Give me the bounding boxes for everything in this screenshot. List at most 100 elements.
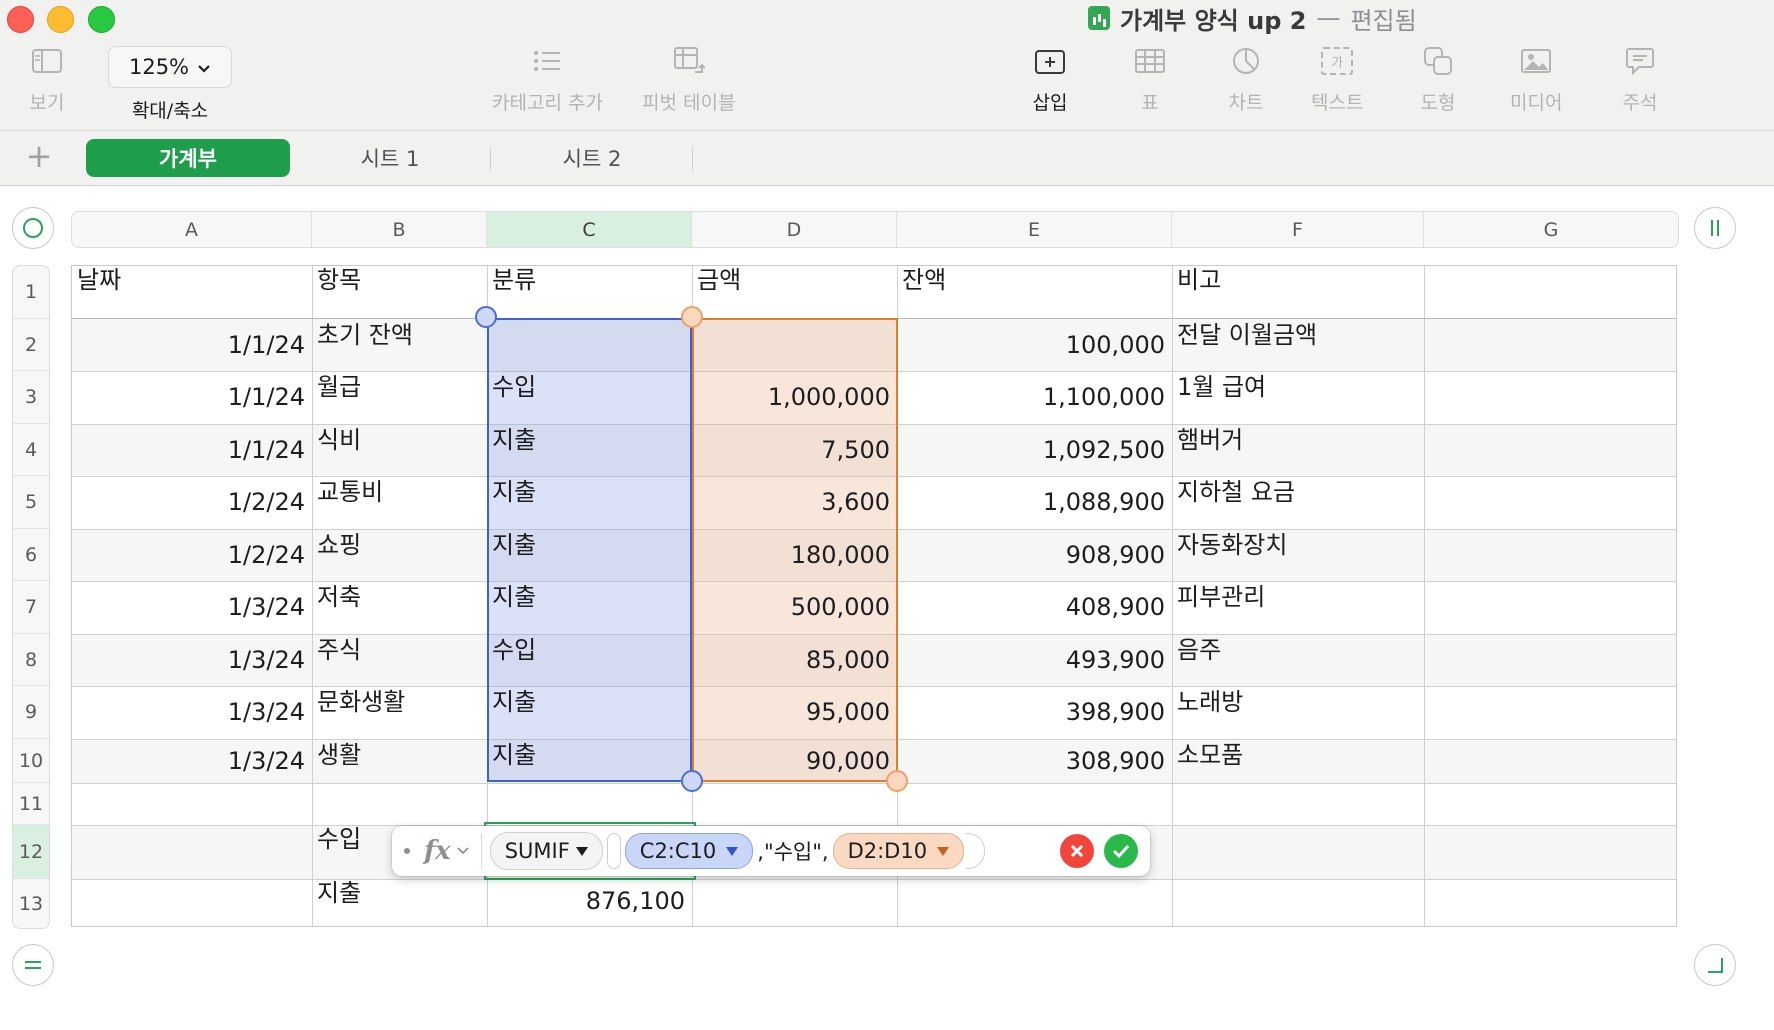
tab-sheet-2[interactable]: 시트 2 [490, 139, 694, 177]
row-header-11[interactable]: 11 [13, 783, 49, 825]
cell-item[interactable]: 쇼핑 [311, 530, 486, 560]
cell-category[interactable]: 지출 [486, 425, 691, 455]
column-header-d[interactable]: D [692, 212, 897, 247]
cell-item[interactable]: 주식 [311, 635, 486, 665]
zoom-control[interactable]: 125% 확대/축소 [108, 46, 232, 123]
formula-editor[interactable]: fx SUMIF C2:C10 ,"수입", D2:D10 [392, 826, 1150, 876]
cell-date[interactable]: 1/1/24 [71, 372, 311, 423]
row-header-6[interactable]: 6 [13, 529, 49, 581]
cell-balance[interactable]: 908,900 [896, 530, 1171, 580]
row-header-8[interactable]: 8 [13, 634, 49, 686]
row-header-13[interactable]: 13 [13, 879, 49, 928]
cell-amount[interactable]: 95,000 [691, 687, 896, 738]
cell-balance[interactable]: 1,100,000 [896, 372, 1171, 423]
cell-balance[interactable]: 1,088,900 [896, 477, 1171, 528]
row-header-12[interactable]: 12 [13, 825, 49, 879]
add-sheet-button[interactable]: + [24, 139, 54, 175]
row-header-4[interactable]: 4 [13, 424, 49, 476]
cell-note[interactable]: 자동화장치 [1171, 530, 1423, 560]
header-balance[interactable]: 잔액 [896, 265, 1171, 295]
range-token-d[interactable]: D2:D10 [832, 833, 965, 869]
row-header-2[interactable]: 2 [13, 319, 49, 371]
fullscreen-window-button[interactable] [88, 6, 115, 33]
cell-balance[interactable]: 493,900 [896, 635, 1171, 685]
range-start-handle[interactable] [475, 306, 497, 328]
cell-date[interactable]: 1/3/24 [71, 687, 311, 738]
column-header-a[interactable]: A [72, 212, 312, 247]
summary-value[interactable]: 876,100 [486, 878, 691, 925]
function-token[interactable]: SUMIF [489, 832, 603, 870]
row-header-1[interactable]: 1 [13, 266, 49, 319]
cell-note[interactable]: 노래방 [1171, 687, 1423, 717]
cell-category[interactable]: 수입 [486, 372, 691, 402]
cell-note[interactable]: 전달 이월금액 [1171, 320, 1423, 350]
cell-category[interactable]: 지출 [486, 582, 691, 612]
cell-item[interactable]: 월급 [311, 372, 486, 402]
cell-amount[interactable]: 3,600 [691, 477, 896, 528]
shape-button[interactable]: 도형 [1418, 44, 1458, 115]
drag-handle-icon[interactable] [404, 848, 410, 854]
cell-category[interactable]: 수입 [486, 635, 691, 665]
zoom-select[interactable]: 125% [108, 46, 232, 88]
cell-amount[interactable]: 1,000,000 [691, 372, 896, 423]
insert-button[interactable]: 삽입 [1030, 44, 1070, 115]
accept-formula-button[interactable] [1104, 834, 1138, 868]
cell-item[interactable]: 식비 [311, 425, 486, 455]
cell-amount[interactable]: 85,000 [691, 635, 896, 685]
cell-category[interactable]: 지출 [486, 740, 691, 770]
cell-note[interactable]: 피부관리 [1171, 582, 1423, 612]
add-column-handle[interactable] [1694, 207, 1736, 249]
cell-date[interactable]: 1/2/24 [71, 530, 311, 580]
range-start-handle[interactable] [681, 306, 703, 328]
range-token-c[interactable]: C2:C10 [624, 833, 754, 869]
tab-household-ledger[interactable]: 가계부 [86, 139, 290, 177]
cell-note[interactable]: 지하철 요금 [1171, 477, 1423, 507]
cell-date[interactable]: 1/3/24 [71, 740, 311, 782]
column-header-g[interactable]: G [1424, 212, 1678, 247]
header-category[interactable]: 분류 [486, 265, 691, 295]
row-header-7[interactable]: 7 [13, 581, 49, 634]
cell-item[interactable]: 문화생활 [311, 687, 486, 717]
row-header-5[interactable]: 5 [13, 476, 49, 529]
chart-button[interactable]: 차트 [1226, 44, 1266, 115]
add-row-handle[interactable] [12, 944, 54, 986]
text-button[interactable]: 가 텍스트 [1311, 44, 1363, 115]
cell-amount[interactable]: 90,000 [691, 740, 896, 782]
row-header-3[interactable]: 3 [13, 371, 49, 424]
cell-category[interactable]: 지출 [486, 687, 691, 717]
column-header-b[interactable]: B [312, 212, 487, 247]
cell-amount[interactable]: 500,000 [691, 582, 896, 633]
header-amount[interactable]: 금액 [691, 265, 896, 295]
cell-amount[interactable]: 180,000 [691, 530, 896, 580]
cell-item[interactable]: 교통비 [311, 477, 486, 507]
function-fx-icon[interactable]: fx [424, 836, 451, 866]
cell-balance[interactable]: 1,092,500 [896, 425, 1171, 475]
cell-balance[interactable]: 408,900 [896, 582, 1171, 633]
header-date[interactable]: 날짜 [71, 265, 311, 295]
cell-note[interactable]: 소모품 [1171, 740, 1423, 770]
cancel-formula-button[interactable] [1060, 834, 1094, 868]
resize-table-handle[interactable] [1694, 944, 1736, 986]
cell-date[interactable]: 1/1/24 [71, 320, 311, 370]
comment-button[interactable]: 주석 [1620, 44, 1660, 115]
cell-date[interactable]: 1/3/24 [71, 635, 311, 685]
column-header-c[interactable]: C [487, 212, 692, 247]
cell-date[interactable]: 1/2/24 [71, 477, 311, 528]
cell-balance[interactable]: 398,900 [896, 687, 1171, 738]
add-category-button[interactable]: 카테고리 추가 [492, 44, 603, 115]
cell-item[interactable]: 생활 [311, 740, 486, 770]
cell-note[interactable]: 햄버거 [1171, 425, 1423, 455]
column-header-f[interactable]: F [1172, 212, 1424, 247]
cell-date[interactable]: 1/1/24 [71, 425, 311, 475]
row-header-10[interactable]: 10 [13, 739, 49, 783]
cell-category[interactable]: 지출 [486, 477, 691, 507]
select-table-button[interactable] [12, 207, 54, 249]
close-window-button[interactable] [7, 6, 34, 33]
cell-item[interactable]: 초기 잔액 [311, 320, 486, 350]
pivot-table-button[interactable]: 피벗 테이블 [642, 44, 735, 115]
header-item[interactable]: 항목 [311, 265, 486, 295]
media-button[interactable]: 미디어 [1510, 44, 1562, 115]
header-note[interactable]: 비고 [1171, 265, 1423, 295]
cell-date[interactable]: 1/3/24 [71, 582, 311, 633]
cell-balance[interactable]: 308,900 [896, 740, 1171, 782]
